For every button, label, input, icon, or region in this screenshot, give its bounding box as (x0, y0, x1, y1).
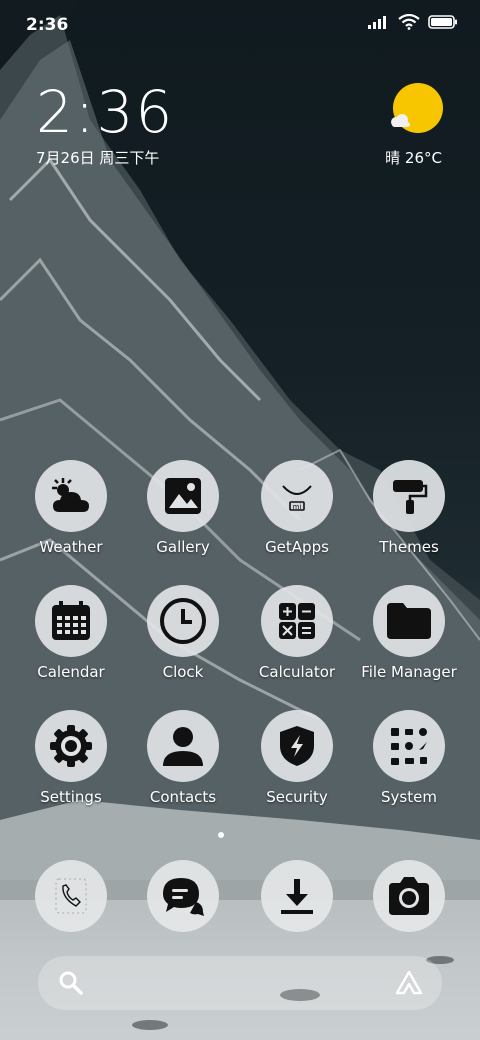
app-label-security: Security (266, 788, 328, 806)
getapps-icon: mi (282, 485, 312, 511)
battery-icon (428, 15, 457, 29)
assistant-icon[interactable] (394, 969, 424, 997)
app-settings[interactable]: Settings (16, 710, 126, 806)
wifi-icon (398, 14, 420, 30)
app-label-clock: Clock (162, 663, 204, 681)
app-label-weather: Weather (39, 538, 103, 556)
app-contacts[interactable]: Contacts (128, 710, 238, 806)
camera-icon (389, 877, 429, 915)
app-label-settings: Settings (40, 788, 102, 806)
weather-label: 晴 26°C (385, 149, 442, 167)
clock-icon (160, 598, 206, 644)
weather-icon (52, 478, 89, 512)
app-label-gallery: Gallery (156, 538, 210, 556)
app-themes[interactable]: Themes (354, 460, 464, 556)
contacts-icon (163, 727, 203, 766)
dock-phone[interactable] (16, 860, 126, 932)
dock-messages[interactable] (128, 860, 238, 932)
app-label-contacts: Contacts (149, 788, 217, 806)
dock-downloads[interactable] (242, 860, 352, 932)
app-clock[interactable]: Clock (128, 585, 238, 681)
app-weather[interactable]: Weather (16, 460, 126, 556)
status-bar: 2:36 (0, 0, 480, 50)
themes-icon (393, 480, 428, 514)
phone-icon (55, 878, 87, 914)
app-label-themes: Themes (379, 538, 439, 556)
gallery-icon (165, 478, 201, 514)
shield-icon (280, 726, 314, 766)
app-getapps[interactable]: mi GetApps (242, 460, 352, 556)
app-label-getapps: GetApps (265, 538, 329, 556)
status-time: 2:36 (26, 15, 69, 35)
calculator-icon (279, 603, 315, 639)
clock-widget-time[interactable]: 2:36 (36, 78, 174, 146)
search-bar[interactable] (38, 956, 442, 1010)
folder-icon (387, 603, 431, 639)
app-gallery[interactable]: Gallery (128, 460, 238, 556)
signal-icon (368, 16, 386, 29)
download-icon (281, 879, 313, 914)
calendar-icon (52, 601, 90, 640)
app-calendar[interactable]: Calendar (16, 585, 126, 681)
system-folder-icon (391, 728, 427, 765)
clock-widget-date: 7月26日 周三下午 (36, 149, 160, 167)
app-system-folder[interactable]: System (354, 710, 464, 806)
dock-camera[interactable] (354, 860, 464, 932)
app-label-file-manager: File Manager (361, 663, 457, 681)
app-file-manager[interactable]: File Manager (354, 585, 464, 681)
app-calculator[interactable]: Calculator (242, 585, 352, 681)
search-icon (59, 971, 83, 995)
svg-text:mi: mi (293, 503, 302, 511)
app-label-calendar: Calendar (37, 663, 105, 681)
messages-icon (163, 878, 204, 916)
app-label-system: System (381, 788, 437, 806)
app-label-calculator: Calculator (258, 663, 336, 681)
gear-icon (50, 725, 92, 767)
app-security[interactable]: Security (242, 710, 352, 806)
sunny-weather-icon[interactable] (388, 82, 444, 138)
page-indicator (218, 832, 224, 838)
